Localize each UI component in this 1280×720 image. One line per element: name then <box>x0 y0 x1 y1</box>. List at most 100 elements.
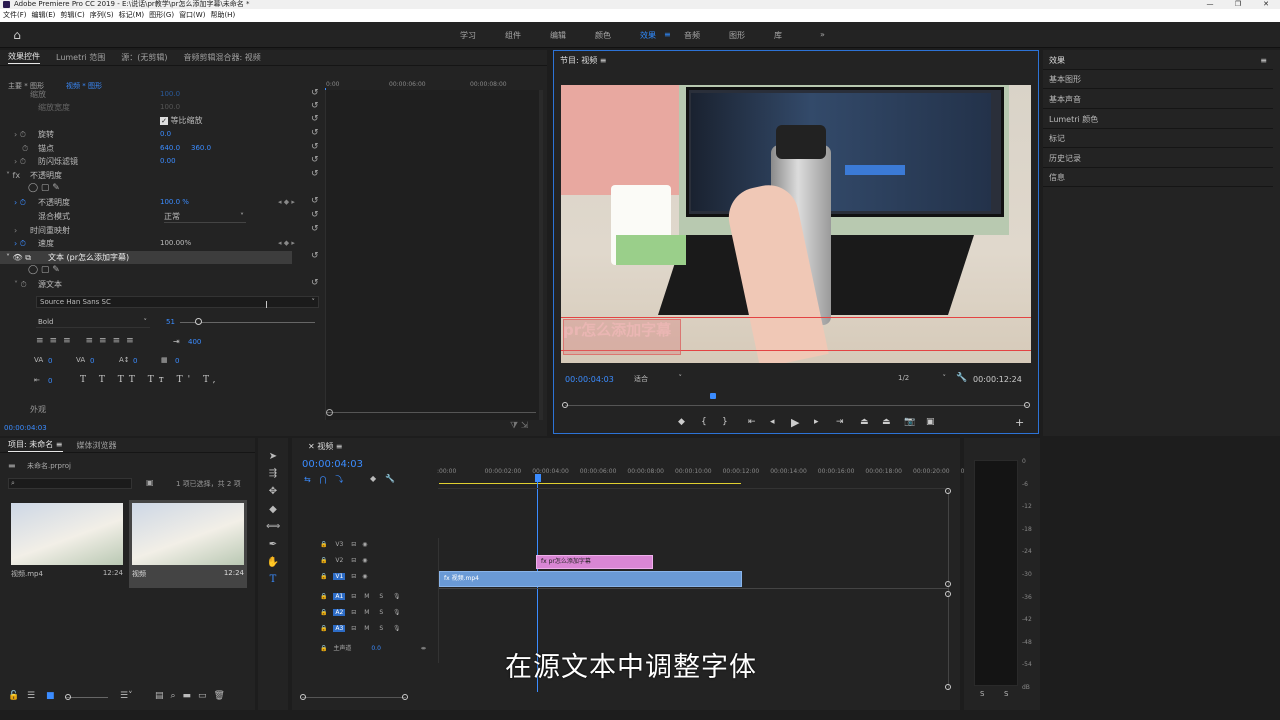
extract-icon[interactable]: ⏏ <box>882 417 891 427</box>
step-back-icon[interactable]: ◂ <box>770 417 775 427</box>
razor-tool-icon[interactable]: ◆ <box>266 503 280 517</box>
menu-clip[interactable]: 剪辑(C) <box>57 9 86 22</box>
timeline-tab[interactable]: ✕ 视频 ≡ <box>308 441 343 452</box>
play-icon[interactable]: ▶ <box>791 416 799 429</box>
mic-icon[interactable]: 🎙 <box>393 625 401 632</box>
scale-value[interactable]: 100.0 <box>160 88 180 101</box>
menu-help[interactable]: 帮助(H) <box>207 9 237 22</box>
opacity-keyframe-nav-icon[interactable]: ◂ ◆ ▸ <box>278 196 295 209</box>
workspace-color[interactable]: 颜色 <box>595 30 611 41</box>
text-layer-visibility-icon[interactable]: ˅ 👁 ⧉ <box>6 251 31 264</box>
zoom-slider[interactable] <box>66 697 108 698</box>
slip-tool-icon[interactable]: ⟺ <box>266 520 280 534</box>
rotation-value[interactable]: 0.0 <box>160 128 171 141</box>
tab-effect-controls[interactable]: 效果控件 <box>8 51 40 64</box>
ripple-edit-tool-icon[interactable]: ✥ <box>266 485 280 499</box>
uniform-scale-checkbox[interactable]: ✓ <box>160 116 168 125</box>
mark-out-icon[interactable]: } <box>722 417 728 427</box>
add-marker-icon[interactable]: ◆ <box>678 417 685 427</box>
new-bin-icon[interactable]: ▣ <box>146 478 154 487</box>
project-item-sequence[interactable]: 视频 12:24 <box>129 500 247 588</box>
reset-icon[interactable]: ↺ <box>311 128 319 138</box>
lock-icon[interactable]: 🔒 <box>320 573 327 580</box>
sort-icon[interactable]: ☰˅ <box>120 691 133 701</box>
lock-icon[interactable]: 🔒 <box>320 593 327 600</box>
workspace-editing[interactable]: 编辑 <box>550 30 566 41</box>
track-v3-label[interactable]: V3 <box>335 541 343 548</box>
menu-sequence[interactable]: 序列(S) <box>87 9 116 22</box>
reset-icon[interactable]: ↺ <box>311 196 319 206</box>
essential-graphics-item[interactable]: 基本图形 <box>1043 70 1273 89</box>
track-a2-label[interactable]: A2 <box>333 609 346 616</box>
lock-icon[interactable]: 🔒 <box>320 625 327 632</box>
text-mask-icons[interactable]: ◯ ▢ ✎ <box>28 264 60 277</box>
timeline-zoom-scrollbar[interactable] <box>302 697 406 698</box>
sync-icon[interactable]: ⊟ <box>351 609 356 616</box>
maximize-button[interactable]: ❐ <box>1224 0 1252 9</box>
info-item[interactable]: 信息 <box>1043 168 1273 187</box>
icon-view-icon[interactable]: ■ <box>46 691 55 701</box>
lock-icon[interactable]: 🔒 <box>320 609 327 616</box>
vscroll-handle[interactable] <box>945 581 951 587</box>
solo-button[interactable]: S <box>379 593 383 600</box>
font-style-select[interactable]: Bold ˅ <box>36 316 150 328</box>
tab-project[interactable]: 项目: 未命名 ≡ <box>8 439 63 452</box>
anchor-x-value[interactable]: 640.0 <box>160 142 180 155</box>
opacity-stopwatch-icon[interactable]: › ⏱ <box>14 196 26 209</box>
mask-shape-icons[interactable]: ◯ ▢ ✎ <box>28 182 60 195</box>
tab-media-browser[interactable]: 媒体浏览器 <box>77 440 117 451</box>
speed-stopwatch-icon[interactable]: › ⏱ <box>14 237 26 250</box>
menu-graphics[interactable]: 图形(G) <box>146 9 176 22</box>
solo-button[interactable]: S <box>379 609 383 616</box>
reset-icon[interactable]: ↺ <box>311 251 319 261</box>
anchor-y-value[interactable]: 360.0 <box>191 142 211 155</box>
scrubber-start-handle[interactable] <box>562 402 568 408</box>
track-v2-label[interactable]: V2 <box>335 557 343 564</box>
leading-value[interactable]: 0 <box>90 357 94 365</box>
workspace-learn[interactable]: 学习 <box>460 30 476 41</box>
resolution-select[interactable]: 1/2 ˅ <box>898 374 946 385</box>
eye-icon[interactable]: ◉ <box>362 573 367 580</box>
fit-select[interactable]: 适合 ˅ <box>634 374 682 385</box>
timeline-settings-icons[interactable]: ◆🔧 <box>370 474 404 483</box>
go-to-end-icon[interactable]: ⇹ <box>421 645 426 652</box>
solo-right-button[interactable]: S <box>1004 690 1008 698</box>
font-size-slider-handle[interactable] <box>195 318 202 325</box>
anchor-stopwatch-icon[interactable]: ⏱ <box>22 142 28 155</box>
track-a1-label[interactable]: A1 <box>333 593 346 600</box>
home-icon[interactable]: ⌂ <box>10 28 24 42</box>
tab-lumetri-scopes[interactable]: Lumetri 范围 <box>56 52 105 63</box>
zoom-handle-right[interactable] <box>402 694 408 700</box>
filter-icon[interactable]: ⧩ ⇲ <box>510 421 528 431</box>
scrubber-end-handle[interactable] <box>1024 402 1030 408</box>
timeline-timecode[interactable]: 00:00:04:03 <box>302 459 363 470</box>
overlay-caption-text[interactable]: pr怎么添加字幕 <box>563 319 671 340</box>
timeremap-expand-icon[interactable]: › <box>14 224 17 237</box>
font-family-select[interactable]: Source Han Sans SC ˅ <box>36 296 319 308</box>
project-item-video-mp4[interactable]: 视频.mp4 12:24 <box>8 500 126 584</box>
mark-in-icon[interactable]: { <box>701 417 707 427</box>
workspace-menu-icon[interactable]: ≡ <box>664 30 671 39</box>
lock-icon[interactable]: 🔒 <box>320 541 327 548</box>
minimize-button[interactable]: — <box>1196 0 1224 9</box>
ec-zoom-scrollbar[interactable] <box>326 412 536 413</box>
kerning-value[interactable]: 0 <box>48 357 52 365</box>
mic-icon[interactable]: 🎙 <box>393 609 401 616</box>
camera-icon[interactable]: 📷 <box>904 417 915 427</box>
lift-icon[interactable]: ⏏ <box>860 417 869 427</box>
sync-icon[interactable]: ⊟ <box>351 625 356 632</box>
lock-icon[interactable]: 🔒 <box>320 645 327 652</box>
timeline-vertical-scrollbar[interactable] <box>948 490 949 690</box>
workspace-effects[interactable]: 效果 <box>640 30 656 41</box>
sync-icon[interactable]: ⊟ <box>351 593 356 600</box>
film-icon[interactable]: ⊟ <box>351 573 356 580</box>
tab-source[interactable]: 源：(无剪辑) <box>121 52 167 63</box>
close-button[interactable]: ✕ <box>1252 0 1280 9</box>
pen-tool-icon[interactable]: ✒ <box>266 538 280 552</box>
film-icon[interactable]: ⊟ <box>351 557 356 564</box>
ec-timecode[interactable]: 00:00:04:03 <box>4 424 47 432</box>
eye-icon[interactable]: ◉ <box>362 557 367 564</box>
reset-icon[interactable]: ↺ <box>311 114 319 124</box>
workspace-audio[interactable]: 音频 <box>684 30 700 41</box>
tab-audio-mixer[interactable]: 音频剪辑混合器: 视频 <box>184 52 261 63</box>
